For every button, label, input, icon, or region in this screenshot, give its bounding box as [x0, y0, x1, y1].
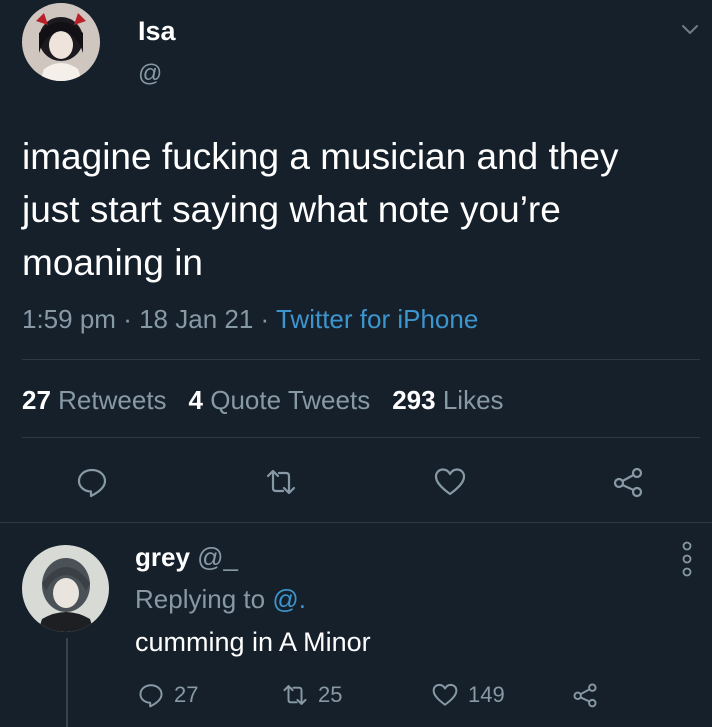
tweet-meta: 1:59 pm · 18 Jan 21 · Twitter for iPhone: [22, 304, 478, 335]
share-icon[interactable]: [612, 466, 644, 498]
chevron-down-icon[interactable]: [680, 20, 700, 40]
more-options-icon[interactable]: [680, 540, 694, 578]
tweet-date: 18 Jan 21: [139, 304, 254, 334]
quotes-label: Quote Tweets: [210, 385, 371, 415]
divider: [0, 522, 712, 523]
likes-stat[interactable]: 293 Likes: [392, 385, 503, 415]
share-icon: [573, 683, 597, 708]
reply-like-count: 149: [468, 682, 505, 707]
reply-retweet-button[interactable]: 25: [282, 680, 342, 710]
author-name[interactable]: Isa: [138, 16, 176, 47]
heart-icon[interactable]: [434, 466, 466, 498]
meta-separator: ·: [260, 304, 270, 334]
engagement-stats: 27 Retweets 4 Quote Tweets 293 Likes: [22, 385, 504, 416]
tweet-source-link[interactable]: Twitter for iPhone: [276, 304, 478, 334]
comment-icon[interactable]: [76, 466, 108, 498]
thread-line: [66, 638, 68, 727]
replying-handle-link[interactable]: @.: [272, 584, 306, 614]
reply-like-button[interactable]: 149: [432, 680, 505, 710]
reply-header: grey @_: [135, 542, 238, 573]
author-avatar[interactable]: [22, 3, 100, 81]
reply-share-button[interactable]: [572, 680, 608, 710]
divider: [22, 359, 700, 360]
replying-to: Replying to @.: [135, 584, 306, 615]
author-handle[interactable]: @: [138, 60, 162, 88]
comment-icon: [139, 684, 163, 708]
retweet-icon: [283, 685, 307, 705]
divider: [22, 437, 700, 438]
retweets-stat[interactable]: 27 Retweets: [22, 385, 167, 415]
reply-author-avatar[interactable]: [22, 545, 109, 632]
reply-author-handle[interactable]: @_: [197, 542, 238, 572]
tweet-time: 1:59 pm: [22, 304, 116, 334]
reply-comment-count: 27: [174, 682, 199, 707]
replying-label: Replying to: [135, 584, 266, 614]
retweets-label: Retweets: [58, 385, 167, 415]
quotes-count: 4: [188, 385, 204, 415]
heart-icon: [432, 683, 458, 706]
quote-tweets-stat[interactable]: 4 Quote Tweets: [189, 385, 371, 415]
retweets-count: 27: [22, 385, 51, 415]
tweet-text: imagine fucking a musician and they just…: [22, 136, 619, 283]
meta-separator: ·: [123, 304, 132, 334]
likes-label: Likes: [442, 385, 504, 415]
reply-comment-button[interactable]: 27: [138, 680, 198, 710]
likes-count: 293: [392, 385, 436, 415]
reply-retweet-count: 25: [318, 682, 343, 707]
reply-text: cumming in A Minor: [135, 627, 371, 657]
retweet-icon[interactable]: [265, 466, 297, 498]
reply-author-name[interactable]: grey: [135, 542, 190, 572]
